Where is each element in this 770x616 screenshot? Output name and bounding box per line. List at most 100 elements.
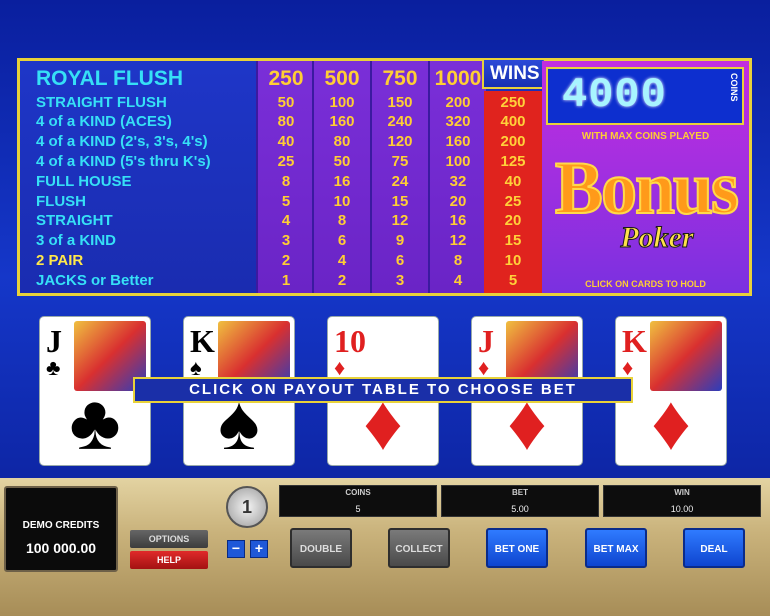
bet-value: 5.00: [511, 504, 529, 514]
payout-value: 80: [277, 113, 295, 130]
credits-display: DEMO CREDITS 100 000.00: [4, 486, 118, 572]
payout-table[interactable]: ROYAL FLUSH STRAIGHT FLUSH 4 of a KIND (…: [17, 58, 752, 296]
win-amount: 10: [504, 252, 522, 269]
bet-max-button[interactable]: BET MAX: [585, 528, 647, 568]
payout-value: 100: [445, 153, 471, 170]
bet-label: BET: [512, 488, 528, 497]
payout-value: 1000: [434, 67, 482, 90]
payout-value: 50: [333, 153, 351, 170]
credits-label: DEMO CREDITS: [22, 520, 100, 531]
hand-four-aces: 4 of a KIND (ACES): [36, 113, 172, 130]
help-button[interactable]: HELP: [130, 551, 208, 569]
decrease-coin-button[interactable]: −: [227, 540, 245, 558]
win-amount: 15: [504, 232, 522, 249]
payout-value: 8: [453, 252, 463, 269]
payout-value: 150: [387, 94, 413, 111]
payout-value: 8: [281, 173, 291, 190]
bonus-poker-promo: 4000 COINS WITH MAX COINS PLAYED Bonus P…: [542, 61, 749, 293]
hand-flush: FLUSH: [36, 193, 86, 210]
deal-button[interactable]: DEAL: [683, 528, 745, 568]
max-coins-display: 4000 COINS: [546, 67, 744, 125]
coins-label: COINS: [345, 488, 371, 497]
payout-value: 25: [277, 153, 295, 170]
payout-value: 3: [281, 232, 291, 249]
poker-logo: Poker: [620, 221, 694, 255]
coins-value: 5: [355, 504, 361, 514]
bet-column-4[interactable]: 1000 200 320 160 100 32 20 16 12 8 4: [428, 61, 486, 293]
payout-value: 2: [337, 272, 347, 289]
win-label: WIN: [674, 488, 690, 497]
hand-jacks-or-better: JACKS or Better: [36, 272, 154, 289]
bet-one-button[interactable]: BET ONE: [486, 528, 548, 568]
max-coins-caption: WITH MAX COINS PLAYED: [581, 131, 710, 142]
payout-value: 750: [382, 67, 418, 90]
win-amount: 400: [500, 113, 526, 130]
payout-value: 9: [395, 232, 405, 249]
card-suit-small-icon: ♠: [190, 355, 202, 380]
hand-three-of-a-kind: 3 of a KIND: [36, 232, 117, 249]
choose-bet-banner: CLICK ON PAYOUT TABLE TO CHOOSE BET: [133, 377, 633, 403]
payout-value: 16: [449, 212, 467, 229]
payout-value: 16: [333, 173, 351, 190]
payout-value: 80: [333, 133, 351, 150]
payout-value: 200: [445, 94, 471, 111]
hand-straight: STRAIGHT: [36, 212, 113, 229]
payout-value: 75: [391, 153, 409, 170]
collect-button[interactable]: COLLECT: [388, 528, 450, 568]
hand-two-pair: 2 PAIR: [36, 252, 84, 269]
card-suit-small-icon: ♦: [334, 355, 346, 380]
double-button[interactable]: DOUBLE: [290, 528, 352, 568]
card-suit-small-icon: ♦: [622, 355, 634, 380]
win-amount: 5: [508, 272, 518, 289]
payout-value: 4: [337, 252, 347, 269]
credits-value: 100 000.00: [25, 540, 97, 556]
payout-value: 3: [395, 272, 405, 289]
payout-value: 250: [268, 67, 304, 90]
win-amount: 25: [504, 193, 522, 210]
payout-value: 160: [445, 133, 471, 150]
payout-value: 4: [453, 272, 463, 289]
payout-value: 12: [391, 212, 409, 229]
payout-value: 2: [281, 252, 291, 269]
payout-value: 15: [391, 193, 409, 210]
payout-value: 10: [333, 193, 351, 210]
wins-column: 250 400 200 125 40 25 20 15 10 5: [484, 91, 542, 293]
hand-four-2s-3s-4s: 4 of a KIND (2's, 3's, 4's): [36, 133, 208, 150]
payout-value: 240: [387, 113, 413, 130]
payout-value: 4: [281, 212, 291, 229]
options-button[interactable]: OPTIONS: [130, 530, 208, 548]
coins-readout: COINS 5: [279, 485, 437, 517]
increase-coin-button[interactable]: +: [250, 540, 268, 558]
card-suit-small-icon: ♦: [478, 355, 490, 380]
payout-value: 8: [337, 212, 347, 229]
hand-names-column: ROYAL FLUSH STRAIGHT FLUSH 4 of a KIND (…: [20, 61, 256, 293]
bet-column-2[interactable]: 500 100 160 80 50 16 10 8 6 4 2: [312, 61, 370, 293]
payout-value: 6: [395, 252, 405, 269]
hand-royal-flush: ROYAL FLUSH: [36, 67, 184, 90]
win-amount: 40: [504, 173, 522, 190]
payout-value: 5: [281, 193, 291, 210]
win-amount: 125: [500, 153, 526, 170]
payout-value: 6: [337, 232, 347, 249]
coins-word: COINS: [729, 73, 739, 102]
hand-straight-flush: STRAIGHT FLUSH: [36, 94, 167, 111]
click-to-hold-hint: CLICK ON CARDS TO HOLD: [585, 279, 706, 289]
bonus-logo: Bonus: [554, 145, 740, 231]
win-amount: 200: [500, 133, 526, 150]
coin-value-icon: 1: [226, 486, 268, 528]
payout-value: 32: [449, 173, 467, 190]
payout-value: 1: [281, 272, 291, 289]
win-amount: 20: [504, 212, 522, 229]
payout-value: 24: [391, 173, 409, 190]
payout-value: 50: [277, 94, 295, 111]
payout-value: 500: [324, 67, 360, 90]
hand-four-5s-thru-ks: 4 of a KIND (5's thru K's): [36, 153, 211, 170]
win-value: 10.00: [670, 504, 694, 514]
payout-value: 100: [329, 94, 355, 111]
hand-full-house: FULL HOUSE: [36, 173, 132, 190]
payout-value: 40: [277, 133, 295, 150]
bet-column-3[interactable]: 750 150 240 120 75 24 15 12 9 6 3: [370, 61, 428, 293]
bet-column-1[interactable]: 250 50 80 40 25 8 5 4 3 2 1: [256, 61, 314, 293]
card-suit-small-icon: ♣: [46, 355, 61, 380]
payout-value: 320: [445, 113, 471, 130]
